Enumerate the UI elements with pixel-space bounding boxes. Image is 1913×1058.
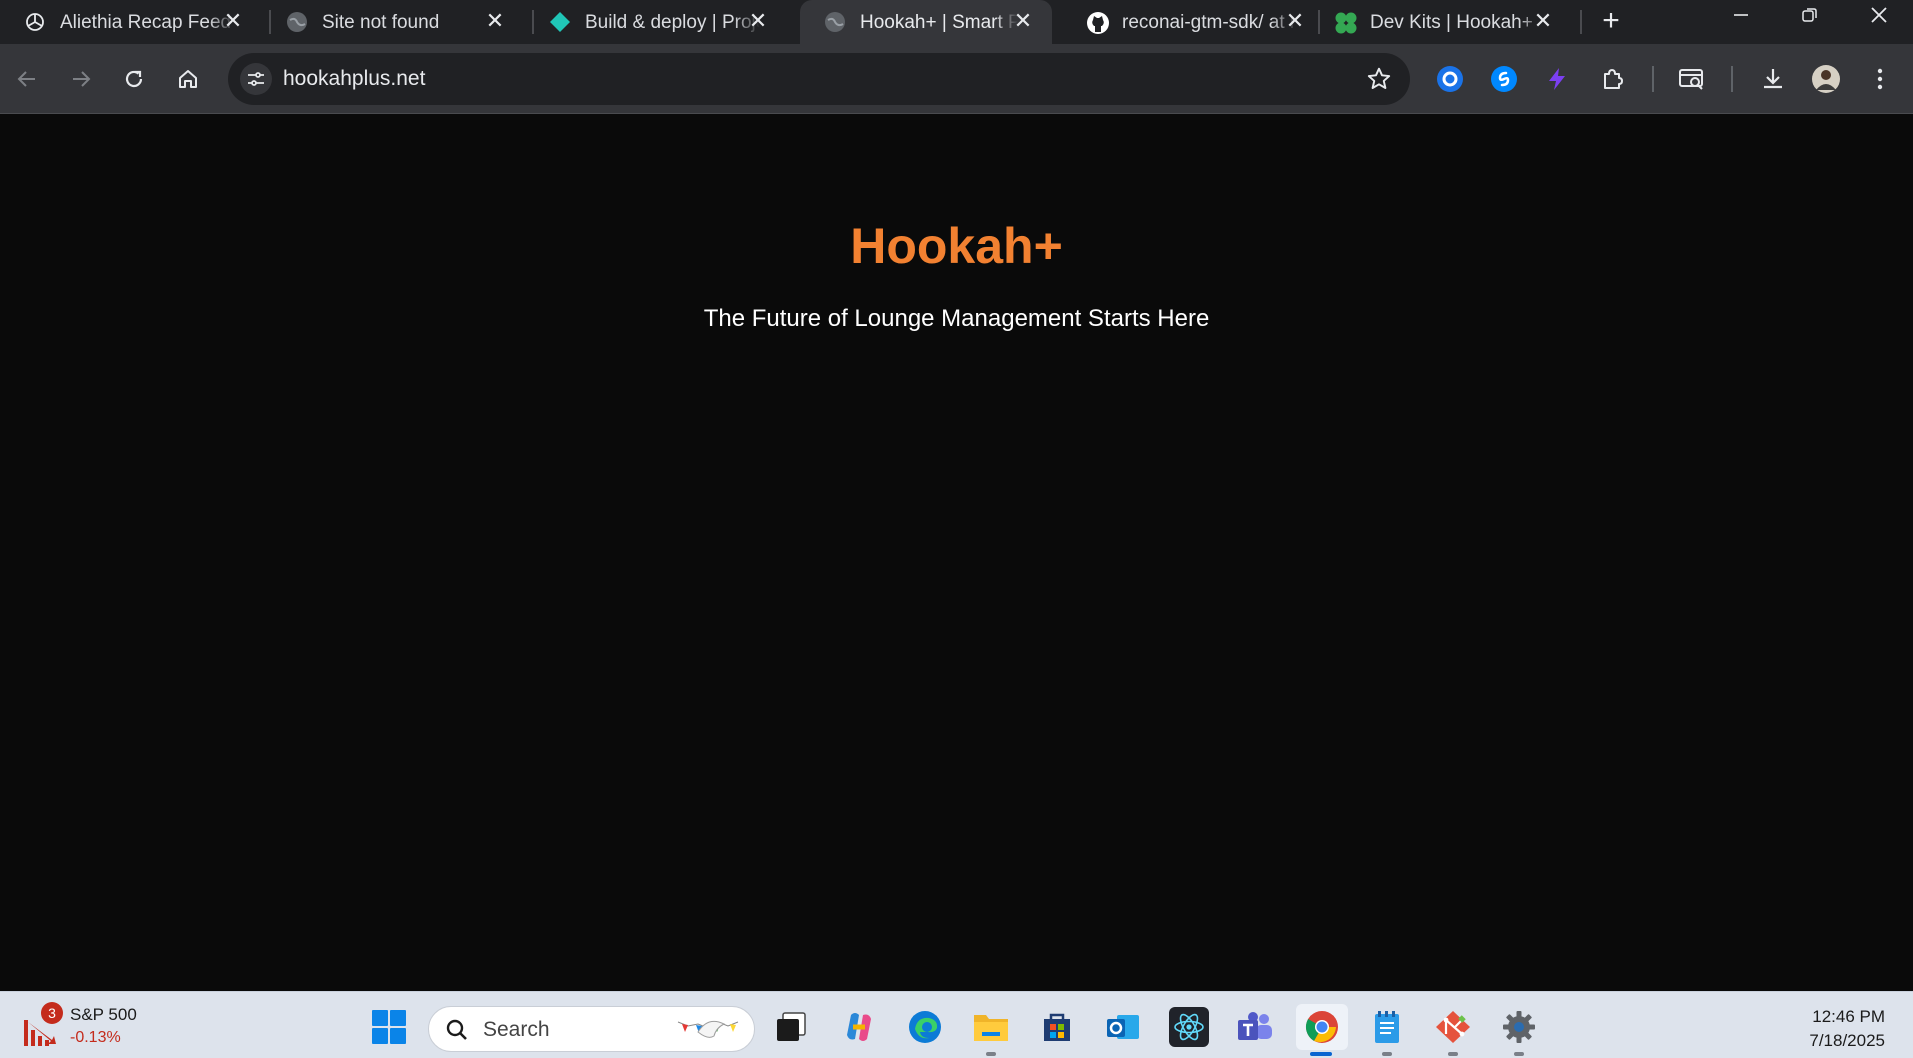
site-info-icon[interactable] — [240, 63, 272, 95]
browser-toolbar: hookahplus.net — [0, 44, 1913, 114]
stock-name: S&P 500 — [70, 1005, 137, 1024]
github-icon — [1086, 11, 1109, 34]
tab-site-not-found[interactable]: Site not found ✕ — [262, 0, 524, 44]
teams-icon[interactable] — [1232, 1004, 1278, 1050]
system-clock[interactable]: 12:46 PM 7/18/2025 — [1809, 1005, 1885, 1053]
netlify-icon — [549, 11, 571, 33]
clock-date: 7/18/2025 — [1809, 1031, 1885, 1050]
tab-hookah-plus[interactable]: Hookah+ | Smart POS ✕ — [800, 0, 1052, 44]
tab-build-deploy[interactable]: Build & deploy | Project ✕ — [525, 0, 787, 44]
close-tab-icon[interactable]: ✕ — [480, 6, 510, 36]
tab-title: Site not found — [322, 12, 440, 33]
tab-title: Build & deploy | Project — [585, 12, 760, 33]
toolbar-divider — [1731, 66, 1733, 92]
git-icon[interactable] — [1430, 1004, 1476, 1050]
copilot-icon[interactable] — [836, 1004, 882, 1050]
stock-change: -0.13% — [70, 1029, 121, 1046]
screen: Aliethia Recap Feed ✕ Site not found ✕ B… — [0, 0, 1913, 1058]
taskbar: 3 S&P 500 -0.13% Search 12:46 PM 7/18/20… — [0, 991, 1913, 1058]
tab-divider — [1580, 10, 1582, 34]
close-window-button[interactable] — [1845, 0, 1913, 30]
tab-aliethia-recap[interactable]: Aliethia Recap Feed ✕ — [0, 0, 262, 44]
close-tab-icon[interactable]: ✕ — [218, 6, 248, 36]
close-tab-icon[interactable]: ✕ — [1280, 6, 1310, 36]
outlook-icon[interactable] — [1100, 1004, 1146, 1050]
tab-search-icon[interactable] — [1674, 61, 1710, 97]
notification-badge: 3 — [41, 1002, 63, 1024]
close-tab-icon[interactable]: ✕ — [743, 6, 773, 36]
page-title: Hookah+ — [850, 218, 1063, 274]
dove-decoration-icon — [677, 1020, 739, 1038]
new-tab-button[interactable]: + — [1593, 4, 1629, 40]
url-text[interactable]: hookahplus.net — [283, 67, 425, 91]
running-indicator — [1382, 1052, 1392, 1056]
active-app-indicator — [1310, 1052, 1332, 1056]
home-button[interactable] — [168, 59, 208, 99]
globe-icon — [824, 11, 846, 33]
page-subtitle: The Future of Lounge Management Starts H… — [703, 305, 1210, 332]
tab-reconai-github[interactable]: reconai-gtm-sdk/ at main ✕ — [1062, 0, 1324, 44]
stock-widget[interactable]: 3 S&P 500 -0.13% — [16, 998, 146, 1054]
tab-strip: Aliethia Recap Feed ✕ Site not found ✕ B… — [0, 0, 1913, 44]
close-tab-icon[interactable]: ✕ — [1528, 6, 1558, 36]
bookmark-star-icon[interactable] — [1366, 66, 1392, 97]
running-indicator — [1514, 1052, 1524, 1056]
toolbar-divider — [1652, 66, 1654, 92]
running-indicator — [986, 1052, 996, 1056]
download-icon[interactable] — [1755, 61, 1791, 97]
search-icon — [446, 1019, 467, 1040]
browser-menu-icon[interactable] — [1862, 61, 1898, 97]
openai-icon — [24, 11, 46, 33]
search-placeholder: Search — [483, 1018, 550, 1041]
tab-title: Aliethia Recap Feed — [60, 12, 232, 33]
react-icon[interactable] — [1166, 1004, 1212, 1050]
tab-title: Hookah+ | Smart POS — [860, 12, 1018, 33]
chrome-icon[interactable] — [1296, 1004, 1348, 1050]
minimize-button[interactable] — [1707, 0, 1775, 30]
settings-icon[interactable] — [1496, 1004, 1542, 1050]
lightning-extension-icon[interactable] — [1539, 61, 1575, 97]
tab-dev-kits[interactable]: Dev Kits | Hookah+ ✕ — [1310, 0, 1572, 44]
forward-button[interactable] — [61, 59, 101, 99]
notepad-icon[interactable] — [1364, 1004, 1410, 1050]
shazam-icon[interactable] — [1486, 61, 1522, 97]
tab-title: Dev Kits | Hookah+ — [1370, 12, 1533, 33]
file-explorer-icon[interactable] — [968, 1004, 1014, 1050]
close-tab-icon[interactable]: ✕ — [1008, 6, 1038, 36]
globe-icon — [286, 11, 308, 33]
extensions-puzzle-icon[interactable] — [1595, 61, 1631, 97]
profile-avatar[interactable] — [1808, 61, 1844, 97]
extension-blue-ring-icon[interactable] — [1432, 61, 1468, 97]
store-icon[interactable] — [1034, 1004, 1080, 1050]
task-view-icon[interactable] — [768, 1004, 814, 1050]
back-button[interactable] — [7, 59, 47, 99]
web-page: Hookah+ The Future of Lounge Management … — [0, 115, 1913, 991]
taskbar-search[interactable]: Search — [428, 1006, 755, 1052]
reload-button[interactable] — [114, 59, 154, 99]
clover-icon — [1334, 11, 1357, 34]
address-bar[interactable]: hookahplus.net — [228, 53, 1410, 105]
tab-title: reconai-gtm-sdk/ at main — [1122, 12, 1297, 33]
restore-button[interactable] — [1776, 0, 1844, 30]
clock-time: 12:46 PM — [1812, 1007, 1885, 1026]
windows-start-icon[interactable] — [366, 1004, 412, 1050]
running-indicator — [1448, 1052, 1458, 1056]
edge-icon[interactable] — [902, 1004, 948, 1050]
